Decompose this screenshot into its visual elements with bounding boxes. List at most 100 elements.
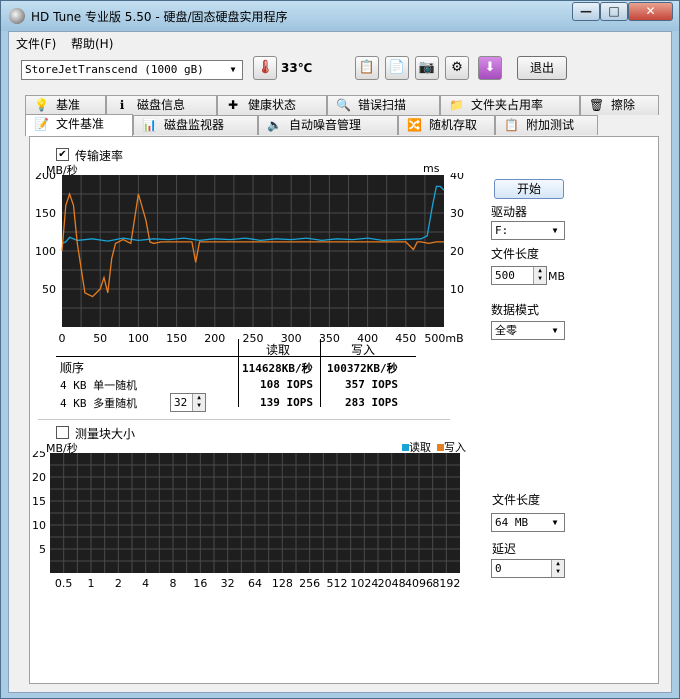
- menu-help[interactable]: 帮助(H): [71, 35, 113, 52]
- file-length-value: 500: [495, 269, 515, 282]
- block-size-checkbox[interactable]: [56, 426, 69, 439]
- tab-row1-1[interactable]: ℹ 磁盘信息: [106, 95, 217, 115]
- x-tick-label: 16: [193, 577, 207, 590]
- spin-arrows-icon[interactable]: ▲ ▼: [192, 394, 205, 411]
- tab-row1-0[interactable]: 💡 基准: [25, 95, 106, 115]
- start-button[interactable]: 开始: [494, 179, 564, 199]
- delay-value: 0: [495, 562, 502, 575]
- download-button[interactable]: ⬇: [478, 56, 502, 80]
- transfer-rate-chart: 20015010050403020100 50 100 150 200 250 300 350…: [35, 173, 464, 345]
- tab-row1-5[interactable]: 🗑 擦除: [580, 95, 659, 115]
- chevron-down-icon: ▼: [552, 518, 558, 527]
- tab-row2-0[interactable]: 📝 文件基准: [25, 114, 133, 136]
- block-file-length-combo[interactable]: 64 MB ▼: [491, 513, 565, 532]
- section-separator: [38, 419, 450, 420]
- app-window: HD Tune 专业版 5.50 - 硬盘/固态硬盘实用程序 — □ ✕ 文件(…: [0, 0, 680, 699]
- tab-icon: 📁: [449, 98, 464, 112]
- x-tick-label: 8192: [432, 577, 460, 590]
- tab-row1-4[interactable]: 📁 文件夹占用率: [440, 95, 580, 115]
- legend-write-swatch: [437, 444, 444, 451]
- drive-combo-value: F:: [495, 224, 509, 237]
- chevron-down-icon: ▼: [552, 226, 558, 235]
- x-tick-label: 350: [319, 332, 340, 345]
- drive-combo[interactable]: F: ▼: [491, 221, 565, 240]
- tab-row2-2[interactable]: 🔈 自动噪音管理: [258, 115, 398, 135]
- tab-label: 随机存取: [429, 118, 478, 132]
- row-sequential-label: 顺序: [60, 361, 85, 375]
- options-button[interactable]: ⚙: [445, 56, 469, 80]
- drive-selector[interactable]: StoreJetTranscend (1000 gB) ▼: [21, 60, 243, 80]
- x-tick-label: 2048: [378, 577, 406, 590]
- tab-icon: ✚: [227, 98, 239, 112]
- y-tick-label: 25: [32, 451, 46, 460]
- tab-row-2: 📝 文件基准 📊 磁盘监视器 🔈 自动噪音管理 🔀 随机存取 📋 附加测试: [25, 114, 659, 136]
- menu-bar: 文件(F) 帮助(H): [9, 32, 671, 52]
- spin-arrows-icon[interactable]: ▲ ▼: [551, 560, 564, 577]
- y-tick-label: 200: [35, 173, 56, 182]
- y-tick-label: 20: [32, 471, 46, 484]
- tab-label: 错误扫描: [358, 98, 407, 112]
- maximize-button[interactable]: □: [600, 2, 628, 21]
- tab-row2-3[interactable]: 🔀 随机存取: [398, 115, 495, 135]
- data-mode-label: 数据模式: [491, 303, 540, 317]
- tab-row2-4[interactable]: 📋 附加测试: [495, 115, 598, 135]
- tab-row1-2[interactable]: ✚ 健康状态: [217, 95, 327, 115]
- y-tick-label: 150: [35, 207, 56, 220]
- tab-row-1: 💡 基准 ℹ 磁盘信息 ✚ 健康状态 🔍 错误扫描 📁 文件夹占用率 🗑 擦除: [25, 95, 659, 115]
- title-bar[interactable]: HD Tune 专业版 5.50 - 硬盘/固态硬盘实用程序 — □ ✕: [1, 1, 679, 31]
- camera-icon: 📷: [418, 60, 436, 75]
- table-divider-1: [238, 339, 239, 407]
- queue-depth-value: 32: [174, 396, 188, 409]
- tab-row2-1[interactable]: 📊 磁盘监视器: [133, 115, 258, 135]
- y-tick-label: 100: [35, 245, 56, 258]
- minimize-button[interactable]: —: [572, 2, 600, 21]
- screenshot-button[interactable]: 📷: [415, 56, 439, 80]
- x-tick-label: 4096: [405, 577, 433, 590]
- copy-text-button[interactable]: 📋: [355, 56, 379, 80]
- x-tick-label: 150: [166, 332, 187, 345]
- tab-icon: 🔀: [407, 118, 422, 132]
- x-tick-label: 0.5: [55, 577, 73, 590]
- row-multi-random-write: 283 IOPS: [345, 396, 398, 409]
- transfer-rate-label: 传输速率: [75, 149, 124, 163]
- download-arrow-icon: ⬇: [484, 60, 496, 75]
- transfer-rate-checkbox[interactable]: ✔: [56, 148, 69, 161]
- y-tick-label: 5: [39, 543, 46, 556]
- tab-label: 擦除: [611, 98, 636, 112]
- tab-row1-3[interactable]: 🔍 错误扫描: [327, 95, 440, 115]
- x-tick-label: 250: [243, 332, 264, 345]
- tab-label: 文件夹占用率: [471, 98, 544, 112]
- tab-icon: 🔈: [267, 118, 282, 132]
- x-tick-label: 1: [88, 577, 95, 590]
- col-write-header: 写入: [351, 343, 376, 357]
- x-tick-label: 256: [299, 577, 320, 590]
- data-mode-combo[interactable]: 全零 ▼: [491, 321, 565, 340]
- temperature-button[interactable]: 🌡: [253, 56, 277, 80]
- x-tick-label: 50: [93, 332, 107, 345]
- block-size-chart: 25 20 15 10 5 0.5 1 2 4 8 16 32 64 128 256 512 1024 2048 4…: [32, 451, 460, 590]
- data-mode-value: 全零: [495, 324, 517, 337]
- row-multi-random-read: 139 IOPS: [260, 396, 313, 409]
- copy-info-button[interactable]: 📄: [385, 56, 409, 80]
- clipboard-icon: 📄: [388, 60, 406, 75]
- chevron-down-icon: ▼: [552, 326, 558, 335]
- x-tick-label: 64: [248, 577, 262, 590]
- exit-button[interactable]: 退出: [517, 56, 567, 80]
- delay-label: 延迟: [492, 542, 517, 556]
- queue-depth-spinner[interactable]: 32 ▲ ▼: [170, 393, 206, 412]
- hd-tune-icon: [9, 8, 25, 24]
- tab-icon: 📋: [504, 118, 519, 132]
- menu-file[interactable]: 文件(F): [16, 35, 56, 52]
- y2-tick-label: 10: [450, 283, 464, 296]
- row-single-random-read: 108 IOPS: [260, 378, 313, 391]
- drive-selector-value: StoreJetTranscend (1000 gB): [25, 63, 204, 76]
- legend-read-swatch: [402, 444, 409, 451]
- tab-icon: 📝: [34, 117, 49, 131]
- close-button[interactable]: ✕: [628, 2, 673, 21]
- file-length-spinner[interactable]: 500 ▲ ▼: [491, 266, 547, 285]
- y2-tick-label: 30: [450, 207, 464, 220]
- tab-label: 文件基准: [56, 117, 105, 131]
- spin-arrows-icon[interactable]: ▲ ▼: [533, 267, 546, 284]
- delay-spinner[interactable]: 0 ▲ ▼: [491, 559, 565, 578]
- y2-tick-label: 40: [450, 173, 464, 182]
